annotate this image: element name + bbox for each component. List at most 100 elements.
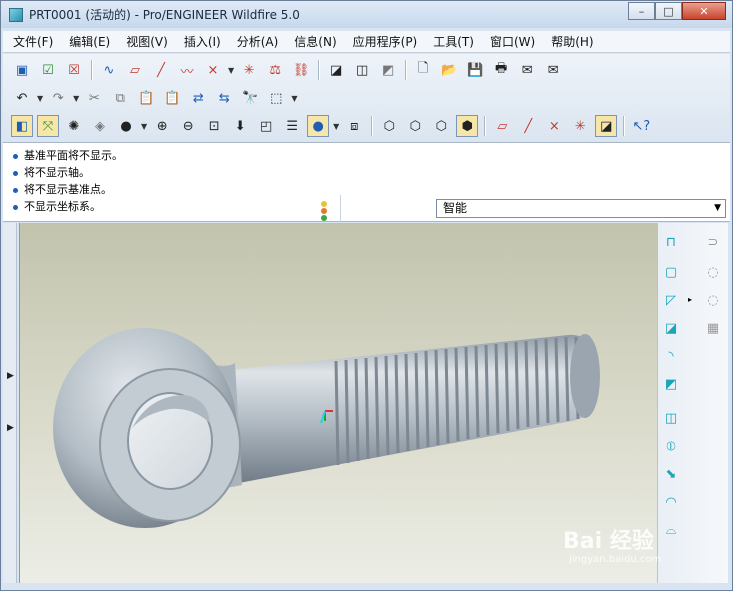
checkbox-view-icon[interactable]: ☑	[37, 59, 59, 81]
minimize-button[interactable]: –	[628, 2, 655, 20]
view-mode-icon[interactable]: ◈	[89, 115, 111, 137]
message-text: 将不显示基准点。	[24, 183, 112, 196]
find-icon[interactable]: 🔭	[239, 87, 261, 109]
email-icon[interactable]: ✉	[516, 59, 538, 81]
message-text: 不显示坐标系。	[24, 200, 101, 213]
regenerate-manager-icon[interactable]: ⇆	[213, 87, 235, 109]
redo-icon[interactable]: ↷	[47, 87, 69, 109]
curve-icon[interactable]: ∿	[98, 59, 120, 81]
spin-center-icon[interactable]: ✺	[63, 115, 85, 137]
menu-view[interactable]: 视图(V)	[124, 32, 170, 51]
chevron-down-icon[interactable]: ▼	[291, 94, 297, 103]
draft-tool-icon[interactable]: ◪	[660, 317, 682, 339]
link-icon[interactable]: ⛓	[290, 59, 312, 81]
cut-icon[interactable]: ✂	[83, 87, 105, 109]
extrude-tool-icon[interactable]: ◫	[660, 407, 682, 429]
menu-info[interactable]: 信息(N)	[292, 32, 338, 51]
trim-disabled-icon[interactable]: ◌	[702, 289, 724, 311]
new-file-icon[interactable]: 🗋	[412, 59, 434, 81]
menu-bar: 文件(F) 编辑(E) 视图(V) 插入(I) 分析(A) 信息(N) 应用程序…	[3, 31, 730, 53]
expand-arrow-icon[interactable]: ▶	[7, 371, 14, 381]
rib-tool-icon[interactable]: ◸	[660, 289, 682, 311]
appearance-icon[interactable]: ●	[115, 115, 137, 137]
regenerate-icon[interactable]: ⇄	[187, 87, 209, 109]
chevron-down-icon[interactable]: ▼	[73, 94, 79, 103]
copy-icon[interactable]: ⧉	[109, 87, 131, 109]
chevron-down-icon[interactable]: ▼	[333, 122, 339, 131]
menu-insert[interactable]: 插入(I)	[182, 32, 223, 51]
chevron-down-icon[interactable]: ▼	[228, 66, 234, 75]
merge-disabled-icon[interactable]: ◌	[702, 261, 724, 283]
mirror-disabled-icon[interactable]: ⊃	[702, 231, 724, 253]
sweep-tool-icon[interactable]: ⬊	[660, 463, 682, 485]
app-window: PRT0001 (活动的) - Pro/ENGINEER Wildfire 5.…	[0, 0, 733, 591]
point-display-icon[interactable]: ×	[543, 115, 565, 137]
message-line: 基准平面将不显示。	[13, 147, 123, 163]
menu-file[interactable]: 文件(F)	[11, 32, 55, 51]
close-view-icon[interactable]: ☒	[63, 59, 85, 81]
menu-analysis[interactable]: 分析(A)	[235, 32, 281, 51]
datum-axis-icon[interactable]: ╱	[150, 59, 172, 81]
chevron-right-icon[interactable]: ▸	[688, 295, 692, 304]
datum-curve-icon[interactable]: 〰	[176, 59, 198, 81]
annotation-display-icon[interactable]: ◪	[595, 115, 618, 137]
maximize-button[interactable]: □	[655, 2, 682, 20]
reorient-icon[interactable]: ⬇	[229, 115, 251, 137]
save-icon[interactable]: 💾	[464, 59, 486, 81]
perspective-icon[interactable]: ⧈	[343, 115, 365, 137]
menu-applications[interactable]: 应用程序(P)	[351, 32, 420, 51]
email-link-icon[interactable]: ✉	[542, 59, 564, 81]
hidden-line-icon[interactable]: ⬡	[404, 115, 426, 137]
axis-display-icon[interactable]: ╱	[517, 115, 539, 137]
open-folder-icon[interactable]: 📂	[438, 59, 460, 81]
annotation-icon[interactable]: ◪	[325, 59, 347, 81]
repaint-icon[interactable]: ◧	[11, 115, 33, 137]
paste-special-icon[interactable]: 📋	[161, 87, 183, 109]
pattern-disabled-icon[interactable]: ▦	[702, 317, 724, 339]
paste-icon[interactable]: 📋	[135, 87, 157, 109]
sketch-view-icon[interactable]: ▣	[11, 59, 33, 81]
graphics-viewport[interactable]	[19, 223, 657, 583]
wireframe-icon[interactable]: ⬡	[378, 115, 400, 137]
coordinate-system-icon[interactable]: ✳	[238, 59, 260, 81]
csys-display-icon[interactable]: ✳	[569, 115, 591, 137]
shell-tool-icon[interactable]: ▢	[660, 261, 682, 283]
menu-help[interactable]: 帮助(H)	[549, 32, 595, 51]
saved-views-icon[interactable]: ◰	[255, 115, 277, 137]
close-button[interactable]: ✕	[682, 2, 726, 20]
layers-icon[interactable]: ☰	[281, 115, 303, 137]
zoom-out-icon[interactable]: ⊖	[177, 115, 199, 137]
chevron-down-icon[interactable]: ▼	[37, 94, 43, 103]
shading-icon[interactable]: ⬢	[456, 115, 479, 137]
plane-display-icon[interactable]: ▱	[491, 115, 513, 137]
chamfer-tool-icon[interactable]: ◩	[660, 373, 682, 395]
blend-tool-icon[interactable]: ◠	[660, 491, 682, 513]
view-manager-icon[interactable]: ●	[307, 115, 330, 137]
analysis-feature-icon[interactable]: ⚖	[264, 59, 286, 81]
context-help-icon[interactable]: ↖?	[630, 115, 652, 137]
undo-icon[interactable]: ↶	[11, 87, 33, 109]
datum-point-icon[interactable]: ×	[202, 59, 224, 81]
revolve-tool-icon[interactable]: ⦶	[660, 435, 682, 457]
menu-window[interactable]: 窗口(W)	[488, 32, 537, 51]
round-tool-icon[interactable]: ◝	[660, 345, 682, 367]
menu-edit[interactable]: 编辑(E)	[67, 32, 112, 51]
selection-filter-dropdown[interactable]: 智能 ▼	[436, 199, 726, 218]
refit-icon[interactable]: ⊡	[203, 115, 225, 137]
annotation-gray-icon[interactable]: ◩	[377, 59, 399, 81]
bullet-icon	[13, 187, 18, 193]
datum-plane-icon[interactable]: ▱	[124, 59, 146, 81]
zoom-in-icon[interactable]: ⊕	[151, 115, 173, 137]
annotation-element-icon[interactable]: ◫	[351, 59, 373, 81]
app-icon	[9, 7, 23, 22]
expand-arrow-icon[interactable]: ▶	[7, 423, 14, 433]
hole-tool-icon[interactable]: ⊓	[660, 231, 682, 253]
divider	[340, 195, 341, 223]
print-icon[interactable]: 🖶	[490, 59, 512, 81]
no-hidden-icon[interactable]: ⬡	[430, 115, 452, 137]
style-tool-icon[interactable]: ⌓	[660, 519, 682, 541]
orient-icon[interactable]: ⤧	[37, 115, 59, 137]
select-box-icon[interactable]: ⬚	[265, 87, 287, 109]
menu-tools[interactable]: 工具(T)	[431, 32, 476, 51]
chevron-down-icon[interactable]: ▼	[141, 122, 147, 131]
